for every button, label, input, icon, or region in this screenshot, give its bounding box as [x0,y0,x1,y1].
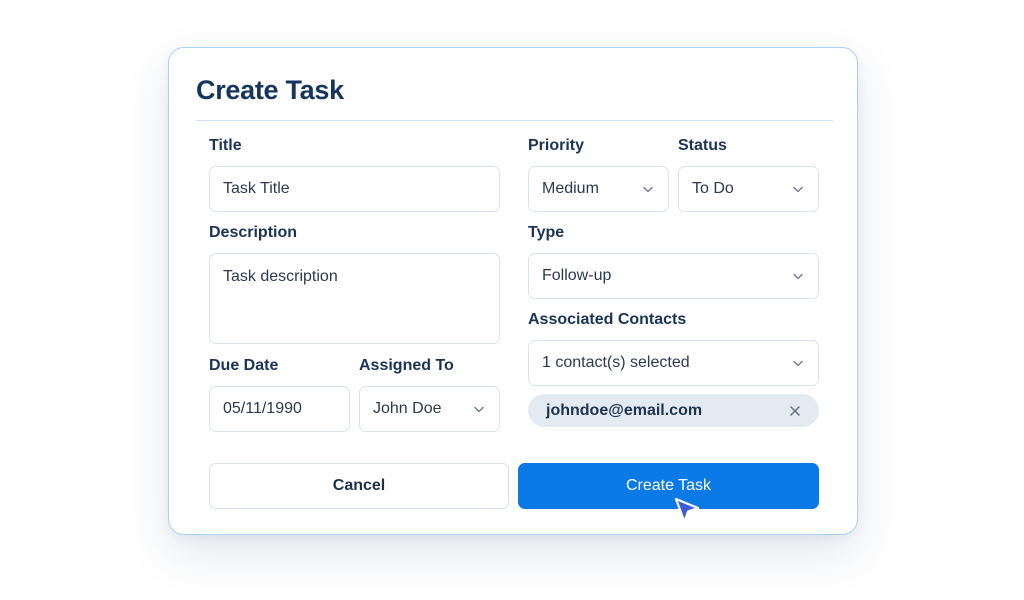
type-label: Type [528,224,565,241]
description-label: Description [209,224,298,241]
assigned-to-label: Assigned To [359,357,454,374]
priority-value: Medium [542,180,599,197]
contacts-value: 1 contact(s) selected [542,354,690,371]
chevron-down-icon [643,186,653,193]
cursor-arrow-icon [674,497,700,524]
description-textarea[interactable]: Task description [209,253,500,344]
chevron-down-icon [474,406,484,413]
due-date-label: Due Date [209,357,279,374]
chevron-down-icon [793,186,803,193]
create-task-button[interactable]: Create Task [518,463,819,509]
close-icon[interactable] [788,404,802,418]
assigned-to-value: John Doe [373,400,442,417]
assigned-to-select[interactable]: John Doe [359,386,500,432]
contacts-label: Associated Contacts [528,311,687,328]
due-date-input[interactable]: 05/11/1990 [209,386,350,432]
status-value: To Do [692,180,734,197]
contact-chip-email: johndoe@email.com [546,401,703,419]
create-task-dialog: Create Task Title Task Title Description… [168,47,858,535]
cancel-button[interactable]: Cancel [209,463,509,509]
type-value: Follow-up [542,267,612,284]
type-select[interactable]: Follow-up [528,253,819,299]
chevron-down-icon [793,360,803,367]
contacts-select[interactable]: 1 contact(s) selected [528,340,819,386]
status-select[interactable]: To Do [678,166,819,212]
title-divider [196,120,833,121]
title-label: Title [209,137,242,154]
priority-select[interactable]: Medium [528,166,669,212]
priority-label: Priority [528,137,585,154]
status-label: Status [678,137,727,154]
chevron-down-icon [793,273,803,280]
contact-chip: johndoe@email.com [528,394,819,427]
title-input[interactable]: Task Title [209,166,500,212]
dialog-title: Create Task [196,75,344,105]
